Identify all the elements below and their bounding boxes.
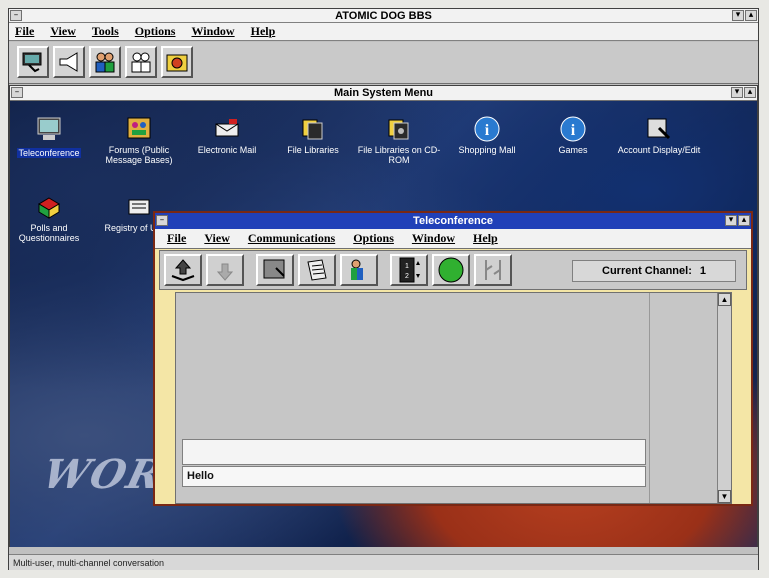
download-icon — [216, 263, 234, 281]
user-list-button[interactable] — [340, 254, 378, 286]
registry-icon — [124, 193, 154, 221]
maximize-button[interactable]: ▴ — [745, 10, 757, 21]
channel-value: 1 — [699, 265, 706, 277]
tele-maximize-button[interactable]: ▴ — [738, 215, 750, 226]
upload-button[interactable] — [164, 254, 202, 286]
minimize-button[interactable]: ▾ — [732, 10, 744, 21]
forum-icon — [124, 115, 154, 143]
download-button[interactable] — [206, 254, 244, 286]
menu-icon-label: File Libraries — [287, 145, 339, 155]
menu-icon-electronic-mail[interactable]: Electronic Mail — [184, 115, 270, 155]
tele-menu-help[interactable]: Help — [473, 231, 498, 246]
menu-icon-label: Teleconference — [17, 148, 81, 158]
teleconference-toolbar: 12 Current Channel: 1 — [159, 250, 747, 290]
file-library-icon — [298, 115, 328, 143]
people-icon — [131, 52, 151, 73]
account-edit-icon — [644, 115, 674, 143]
menu-icon-teleconference[interactable]: Teleconference — [10, 115, 92, 161]
channel-selector-button[interactable]: 12 — [390, 254, 428, 286]
teleconference-menubar: File View Communications Options Window … — [155, 229, 751, 249]
transcript-button[interactable] — [298, 254, 336, 286]
menu-icon-shopping-mall[interactable]: i Shopping Mall — [444, 115, 530, 155]
app-title: ATOMIC DOG BBS — [335, 10, 432, 22]
svg-text:1: 1 — [405, 263, 409, 270]
menu-tools[interactable]: Tools — [92, 24, 119, 39]
upload-icon — [171, 259, 195, 282]
green-light-icon — [438, 257, 464, 283]
menu-icon-file-libraries-cdrom[interactable]: File Libraries on CD-ROM — [356, 115, 442, 165]
app-toolbar — [9, 42, 758, 84]
menu-icon-account-display-edit[interactable]: Account Display/Edit — [616, 115, 702, 155]
scroll-down-arrow-icon[interactable]: ▼ — [718, 490, 731, 503]
channel-label: Current Channel: — [602, 265, 692, 277]
menu-icon-forums[interactable]: Forums (Public Message Bases) — [96, 115, 182, 165]
teleconference-window: – Teleconference ▾ ▴ File View Communica… — [153, 211, 753, 506]
menu-icon-file-libraries[interactable]: File Libraries — [270, 115, 356, 155]
info-icon: i — [472, 115, 502, 143]
app-titlebar: – ATOMIC DOG BBS ▾ ▴ — [9, 9, 758, 23]
conversation-pane: ▲ ▼ Hello — [175, 292, 732, 504]
menu-help[interactable]: Help — [251, 24, 276, 39]
main-menu-titlebar: – Main System Menu ▾ ▴ — [10, 86, 757, 101]
split-view-button[interactable] — [474, 254, 512, 286]
cdrom-library-icon — [384, 115, 414, 143]
window-pointer-icon — [263, 259, 285, 279]
menu-icon-label: Polls and Questionnaires — [18, 223, 80, 243]
status-bar: Multi-user, multi-channel conversation — [9, 554, 758, 570]
teleconference-tool-icon — [22, 52, 42, 73]
scroll-document-icon — [307, 259, 327, 281]
menu-icon-polls[interactable]: Polls and Questionnaires — [10, 193, 92, 243]
tele-menu-window[interactable]: Window — [412, 231, 455, 246]
menu-file[interactable]: File — [15, 24, 34, 39]
tele-menu-options[interactable]: Options — [353, 231, 394, 246]
menu-icon-label: Electronic Mail — [197, 145, 257, 155]
menu-icon-label: Forums (Public Message Bases) — [105, 145, 173, 165]
split-arrows-icon — [485, 260, 501, 280]
teleconference-title: Teleconference — [413, 215, 493, 227]
users-online-button[interactable] — [89, 46, 121, 78]
tele-minimize-button[interactable]: ▾ — [725, 215, 737, 226]
message-folder-icon — [166, 54, 188, 72]
teleconference-titlebar: – Teleconference ▾ ▴ — [155, 213, 751, 229]
current-channel-indicator: Current Channel: 1 — [572, 260, 736, 282]
main-menu-title: Main System Menu — [333, 87, 434, 99]
menu-icon-label: Account Display/Edit — [617, 145, 701, 155]
menu-window[interactable]: Window — [191, 24, 234, 39]
menu-view[interactable]: View — [50, 24, 76, 39]
status-light-button[interactable] — [432, 254, 470, 286]
tele-menu-view[interactable]: View — [204, 231, 230, 246]
main-menu-minimize-button[interactable]: ▾ — [731, 87, 743, 98]
tele-menu-communications[interactable]: Communications — [248, 231, 335, 246]
scroll-up-arrow-icon[interactable]: ▲ — [718, 293, 731, 306]
teleconference-tool-button[interactable] — [17, 46, 49, 78]
mail-icon — [212, 115, 242, 143]
menu-options[interactable]: Options — [135, 24, 176, 39]
people-button[interactable] — [125, 46, 157, 78]
megaphone-icon — [59, 52, 78, 72]
pane-divider[interactable] — [649, 293, 650, 503]
menu-icon-label: File Libraries on CD-ROM — [357, 145, 441, 165]
message-input[interactable]: Hello — [182, 466, 646, 487]
menu-icon-label: Shopping Mall — [458, 145, 516, 155]
channel-dial-icon: 12 — [399, 257, 420, 283]
tele-menu-file[interactable]: File — [167, 231, 186, 246]
app-menubar: File View Tools Options Window Help — [9, 23, 758, 41]
svg-text:i: i — [485, 122, 490, 139]
window-select-button[interactable] — [256, 254, 294, 286]
main-menu-maximize-button[interactable]: ▴ — [744, 87, 756, 98]
vertical-scrollbar[interactable]: ▲ ▼ — [717, 293, 731, 503]
monitor-icon — [34, 115, 64, 143]
menu-icon-label: Games — [558, 145, 588, 155]
person-icon — [351, 259, 363, 280]
menu-icon-games[interactable]: i Games — [530, 115, 616, 155]
svg-text:2: 2 — [405, 273, 409, 280]
message-preview-field[interactable] — [182, 439, 646, 465]
users-icon — [95, 52, 115, 73]
announce-button[interactable] — [53, 46, 85, 78]
info-icon: i — [558, 115, 588, 143]
message-folder-button[interactable] — [161, 46, 193, 78]
poll-icon — [34, 193, 64, 221]
svg-text:i: i — [571, 122, 576, 139]
